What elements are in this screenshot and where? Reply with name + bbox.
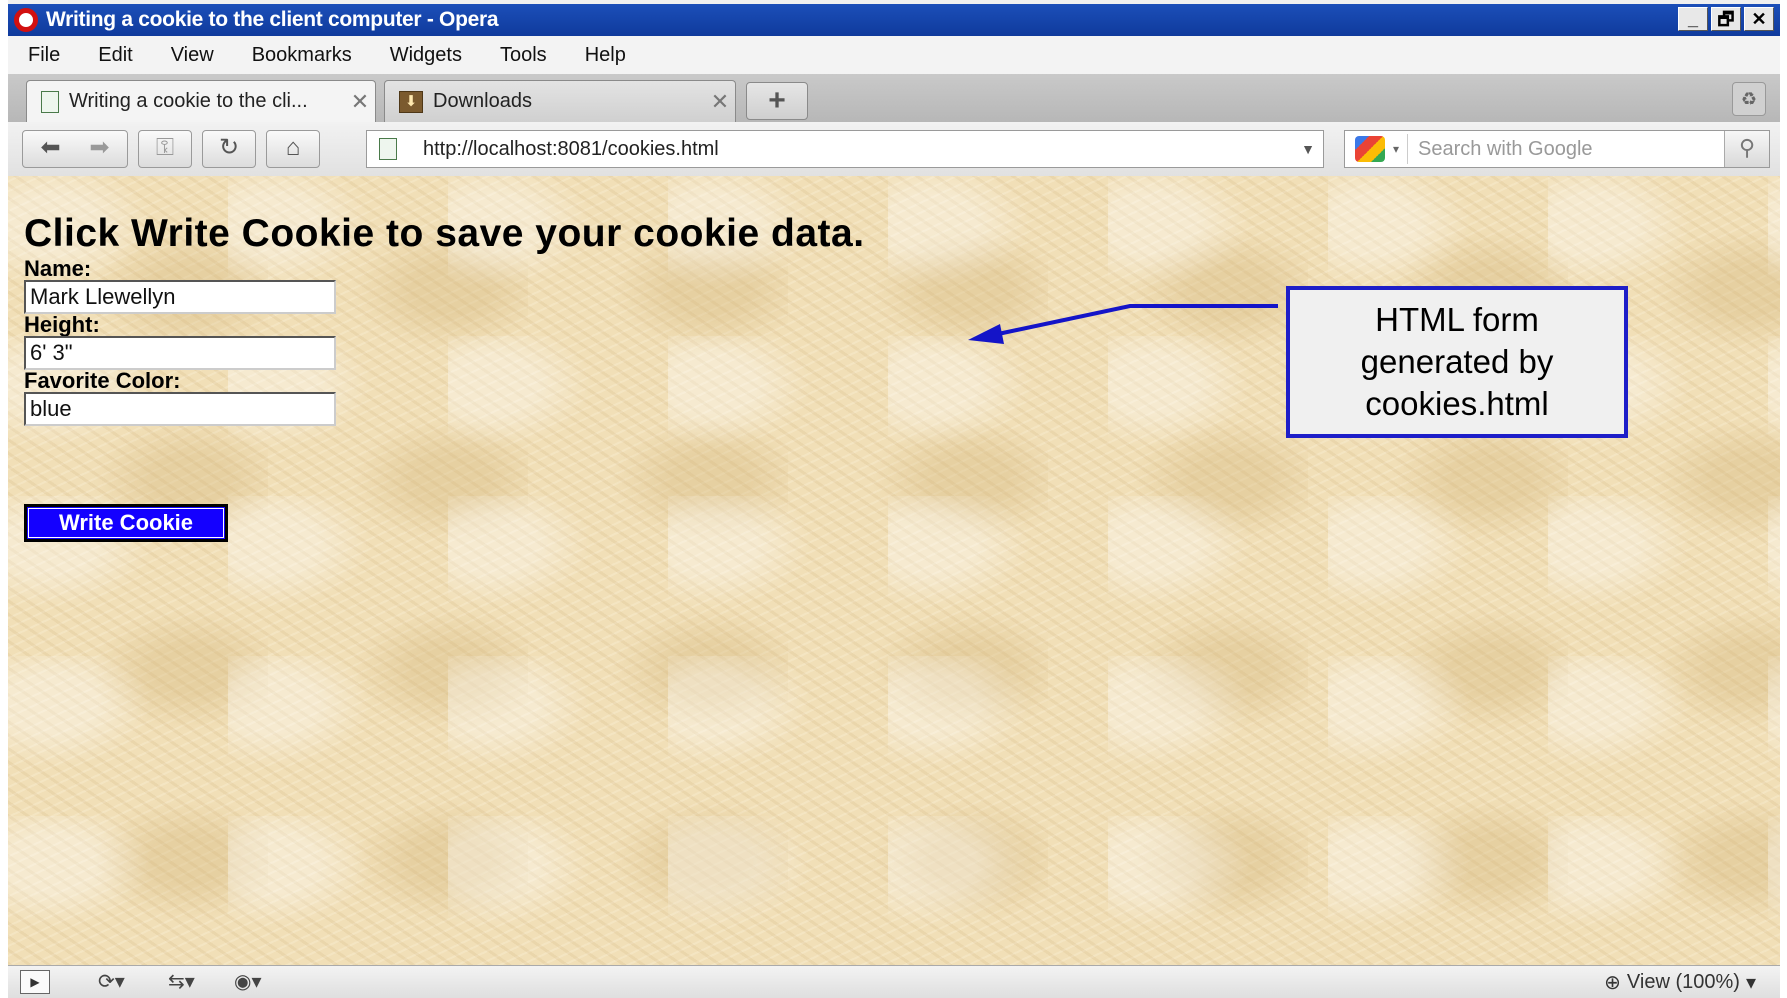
- sync-icon[interactable]: ⟳▾: [98, 969, 125, 995]
- tab-cookies[interactable]: Writing a cookie to the cli... ✕: [26, 80, 376, 122]
- google-icon[interactable]: [1355, 136, 1385, 162]
- menu-tools[interactable]: Tools: [500, 44, 547, 67]
- url-text[interactable]: http://localhost:8081/cookies.html: [423, 138, 1293, 161]
- menu-bookmarks[interactable]: Bookmarks: [252, 44, 352, 67]
- tab-label: Writing a cookie to the cli...: [69, 90, 308, 112]
- close-tab-icon[interactable]: ✕: [705, 89, 735, 115]
- zoom-control[interactable]: ⊕ View (100%) ▾: [1604, 970, 1756, 995]
- menu-help[interactable]: Help: [585, 44, 626, 67]
- search-icon[interactable]: ⚲: [1724, 131, 1769, 167]
- annotation-callout: HTML form generated by cookies.html: [1286, 286, 1628, 438]
- back-forward-group: ⬅ ➡: [22, 130, 128, 168]
- turbo-icon[interactable]: ◉▾: [234, 969, 262, 995]
- chevron-down-icon[interactable]: ▼: [1293, 141, 1323, 157]
- browser-window: Writing a cookie to the client computer …: [8, 0, 1780, 998]
- chevron-down-icon: ▾: [1745, 972, 1756, 994]
- restore-button[interactable]: 🗗: [1711, 7, 1741, 31]
- reload-icon[interactable]: ↻: [202, 130, 256, 168]
- zoom-label: View (100%): [1626, 971, 1740, 993]
- window-title: Writing a cookie to the client computer …: [46, 8, 499, 31]
- address-bar[interactable]: http://localhost:8081/cookies.html ▼: [366, 130, 1324, 168]
- search-input[interactable]: [1416, 136, 1724, 162]
- home-icon[interactable]: ⌂: [266, 130, 320, 168]
- menu-widgets[interactable]: Widgets: [390, 44, 462, 67]
- opera-logo-icon: [14, 8, 38, 32]
- forward-icon[interactable]: ➡: [89, 134, 109, 161]
- window-controls: _ 🗗 ✕: [1678, 7, 1774, 31]
- close-tab-icon[interactable]: ✕: [345, 89, 375, 115]
- navigation-bar: ⬅ ➡ ⚿ ↻ ⌂ http://localhost:8081/cookies.…: [8, 122, 1780, 177]
- chevron-down-icon[interactable]: ▾: [1385, 134, 1408, 164]
- page-icon: [41, 90, 59, 113]
- menu-edit[interactable]: Edit: [98, 44, 132, 67]
- unite-icon[interactable]: ⇆▾: [168, 969, 195, 995]
- tab-bar: Writing a cookie to the cli... ✕ ⬇ Downl…: [8, 74, 1780, 122]
- status-bar: ▶ ⟳▾ ⇆▾ ◉▾ ⊕ View (100%) ▾: [8, 965, 1780, 998]
- menu-file[interactable]: File: [28, 44, 60, 67]
- menu-bar: File Edit View Bookmarks Widgets Tools H…: [8, 36, 1780, 74]
- panel-toggle-icon[interactable]: ▶: [20, 970, 50, 994]
- page-icon: [379, 138, 397, 160]
- menu-view[interactable]: View: [171, 44, 214, 67]
- page-content: Click Write Cookie to save your cookie d…: [8, 176, 1780, 965]
- trash-icon[interactable]: ♻: [1732, 82, 1766, 116]
- tab-downloads[interactable]: ⬇ Downloads ✕: [384, 80, 736, 122]
- back-icon[interactable]: ⬅: [41, 134, 61, 161]
- search-box: ▾ ⚲: [1344, 130, 1770, 168]
- new-tab-button[interactable]: +: [746, 82, 808, 120]
- downloads-icon: ⬇: [399, 90, 423, 113]
- title-bar: Writing a cookie to the client computer …: [8, 4, 1780, 36]
- close-window-button[interactable]: ✕: [1744, 7, 1774, 31]
- tab-label: Downloads: [433, 90, 532, 112]
- zoom-icon: ⊕: [1604, 972, 1621, 994]
- key-icon[interactable]: ⚿: [138, 130, 192, 168]
- minimize-button[interactable]: _: [1678, 7, 1708, 31]
